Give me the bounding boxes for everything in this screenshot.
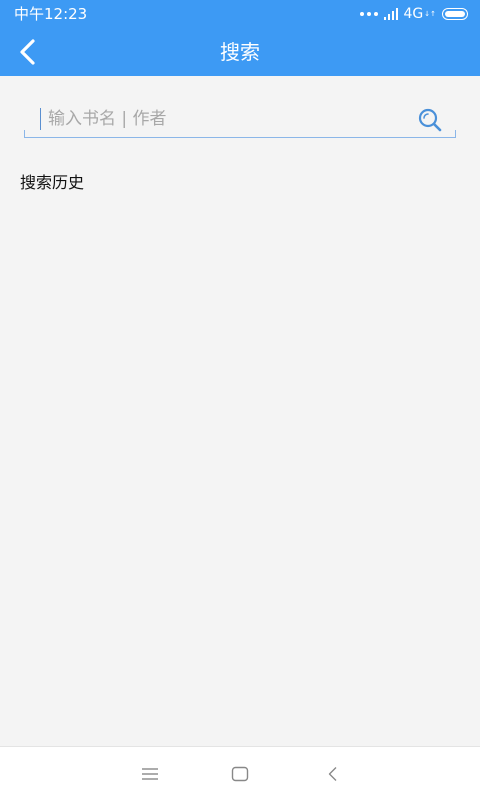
search-input[interactable]: [48, 104, 408, 134]
page-title: 搜索: [220, 40, 260, 64]
network-type: 4G: [403, 6, 424, 22]
app-bar: 搜索: [0, 28, 480, 76]
status-indicators: 4G ↓↑: [359, 4, 468, 24]
status-time: 中午12:23: [14, 5, 88, 23]
menu-icon: [142, 768, 158, 780]
network-activity-icon: ↓↑: [424, 9, 436, 18]
navigation-bar: [0, 746, 480, 800]
battery-icon: [442, 8, 468, 20]
search-field[interactable]: [24, 104, 456, 138]
signal-icon: [383, 8, 398, 20]
back-icon: [328, 767, 337, 781]
more-dots-icon: [359, 12, 378, 16]
search-screen: 中午12:23 4G ↓↑ 搜索 搜索历史: [0, 0, 480, 800]
home-button[interactable]: [225, 759, 255, 789]
menu-button[interactable]: [135, 759, 165, 789]
text-cursor: [40, 108, 41, 130]
home-icon: [231, 766, 249, 782]
search-history-title: 搜索历史: [20, 173, 85, 192]
search-icon[interactable]: [418, 108, 444, 132]
nav-back-button[interactable]: [318, 759, 348, 789]
status-bar: 中午12:23 4G ↓↑: [0, 0, 480, 28]
